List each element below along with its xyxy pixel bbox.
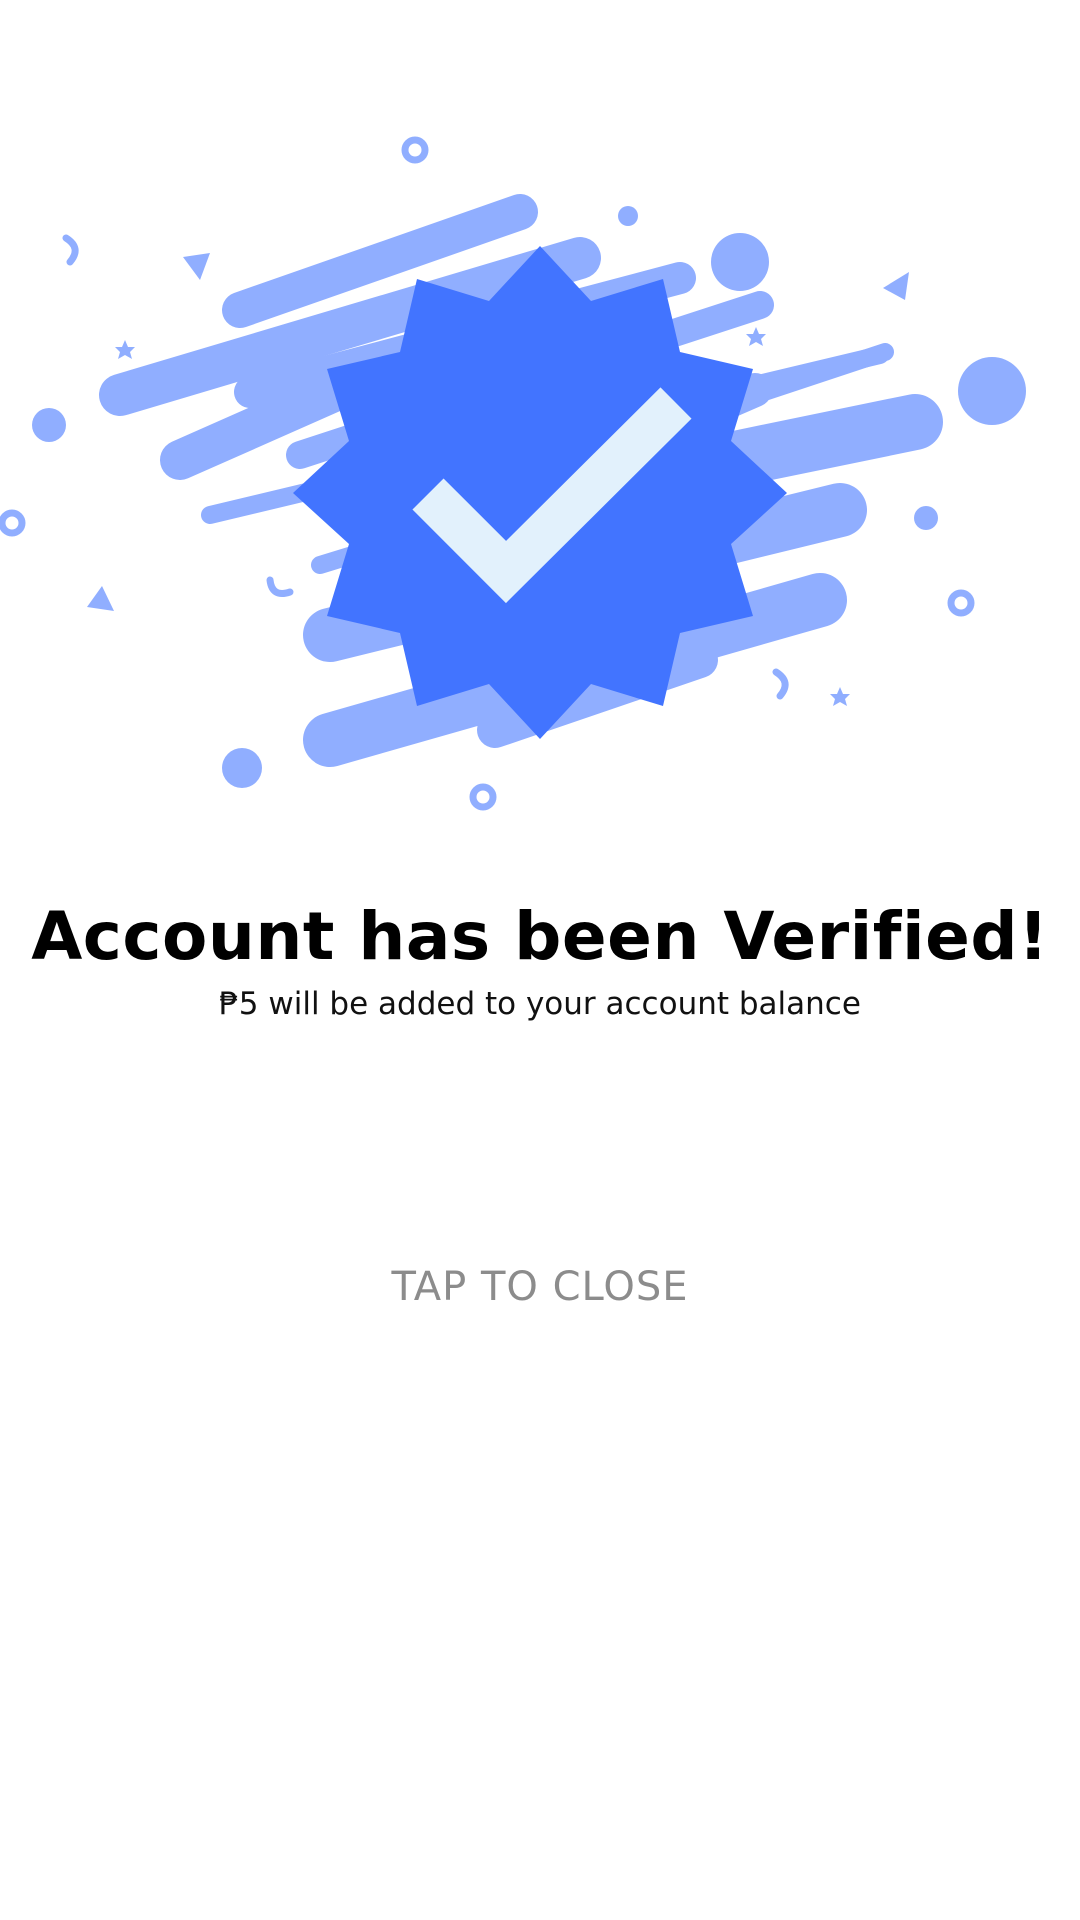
triangle: [183, 253, 210, 280]
dot: [914, 506, 938, 530]
star: [115, 340, 135, 359]
ring-dot: [469, 783, 497, 811]
dot: [958, 357, 1026, 425]
star: [830, 687, 850, 706]
verified-illustration: [0, 136, 1026, 811]
ring-dot: [0, 509, 26, 537]
triangle: [883, 272, 909, 300]
triangle: [87, 586, 114, 611]
streak: [712, 394, 943, 486]
squiggle: [62, 234, 79, 266]
dot: [32, 408, 66, 442]
ring-dot: [401, 136, 429, 164]
balance-message: ₱5 will be added to your account balance: [219, 986, 861, 1022]
dot: [711, 233, 769, 291]
tap-to-close-button[interactable]: TAP TO CLOSE: [340, 1252, 740, 1322]
dot: [618, 206, 638, 226]
squiggle: [266, 576, 294, 597]
star: [746, 327, 766, 346]
dot: [222, 748, 262, 788]
ring-dot: [947, 589, 975, 617]
page-title: Account has been Verified!: [31, 898, 1049, 975]
squiggle: [772, 668, 789, 700]
